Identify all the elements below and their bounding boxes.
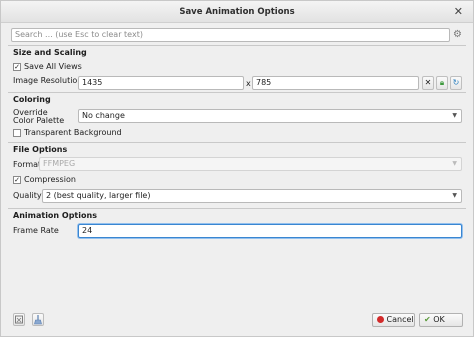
lock-icon: 🔒︎ [439,78,445,87]
chevron-down-icon: ▼ [452,192,457,199]
clean-button[interactable] [32,313,44,326]
format-value: FFMPEG [43,159,76,168]
quality-select[interactable]: 2 (best quality, larger file) ▼ [42,189,462,203]
close-icon[interactable]: ✕ [454,5,463,18]
frame-rate-label: Frame Rate [13,226,59,235]
defaults-button[interactable] [13,313,25,326]
transparent-background-checkbox[interactable] [13,129,21,137]
refresh-resolution-button[interactable]: ↻ [450,76,462,90]
broom-icon [34,315,42,325]
window-title: Save Animation Options [179,7,295,17]
color-palette-value: No change [82,111,125,120]
cancel-icon [377,316,384,323]
ok-label: OK [433,315,445,324]
search-input[interactable]: Search ... (use Esc to clear text) [11,28,450,42]
transparent-background-label: Transparent Background [24,128,122,137]
save-all-views-checkbox[interactable]: ✓ [13,63,21,71]
resolution-x-label: x [246,79,251,88]
section-animation-options: Animation Options [13,211,97,220]
defaults-icon [15,315,23,324]
cancel-button[interactable]: Cancel [372,313,415,327]
frame-rate-field[interactable]: 24 [78,224,462,238]
save-all-views-label: Save All Views [24,62,82,71]
divider [8,92,466,93]
ok-icon: ✔ [424,315,431,324]
section-file-options: File Options [13,145,68,154]
quality-value: 2 (best quality, larger file) [46,191,151,200]
refresh-icon: ↻ [452,78,460,87]
image-resolution-label: Image Resolution [13,76,83,85]
section-coloring: Coloring [13,95,51,104]
title-bar[interactable]: Save Animation Options ✕ [1,1,473,23]
divider [8,208,466,209]
color-palette-select[interactable]: No change ▼ [78,109,462,123]
chevron-down-icon: ▼ [452,160,457,167]
cancel-label: Cancel [386,315,414,324]
override-color-palette-label-line2: Color Palette [13,116,65,125]
quality-label: Quality [13,191,42,200]
resolution-height-field[interactable]: 785 [252,76,419,90]
format-label: Format [13,160,42,169]
format-select: FFMPEG ▼ [39,157,462,171]
clear-resolution-button[interactable]: ✕ [422,76,434,90]
clear-icon: ✕ [424,78,432,87]
ok-button[interactable]: ✔ OK [419,313,463,327]
section-size-scaling: Size and Scaling [13,48,87,57]
gear-icon[interactable]: ⚙ [452,28,463,42]
compression-checkbox[interactable]: ✓ [13,176,21,184]
divider [8,142,466,143]
lock-aspect-button[interactable]: 🔒︎ [436,76,448,90]
divider [8,45,466,46]
chevron-down-icon: ▼ [452,112,457,119]
resolution-width-field[interactable]: 1435 [78,76,244,90]
save-animation-options-dialog: Save Animation Options ✕ Search ... (use… [0,0,474,337]
compression-label: Compression [24,175,76,184]
